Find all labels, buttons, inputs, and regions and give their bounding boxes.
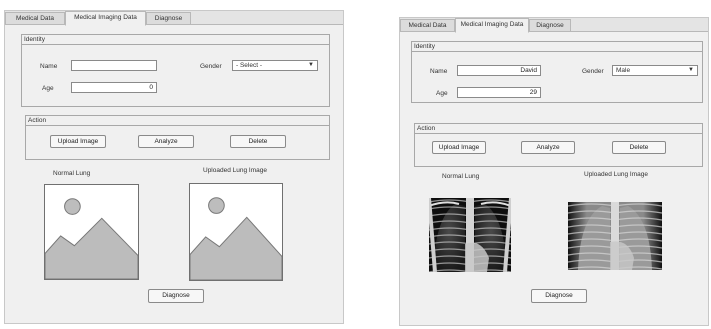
tab-medical-imaging-data[interactable]: Medical Imaging Data xyxy=(65,11,146,26)
identity-group-title: Identity xyxy=(412,42,702,52)
upload-image-button[interactable]: Upload Image xyxy=(50,135,106,148)
upload-image-button[interactable]: Upload Image xyxy=(432,141,486,154)
diagnose-button[interactable]: Diagnose xyxy=(531,289,587,303)
action-group: Action Upload Image Analyze Delete xyxy=(25,115,330,160)
gender-select[interactable]: Male ▼ xyxy=(612,65,698,76)
image-placeholder-icon xyxy=(190,197,282,280)
tab-medical-data[interactable]: Medical Data xyxy=(5,12,65,25)
name-field[interactable]: David xyxy=(457,65,541,76)
uploaded-lung-image-placeholder xyxy=(189,183,283,281)
analyze-button[interactable]: Analyze xyxy=(138,135,194,148)
analyze-button[interactable]: Analyze xyxy=(521,141,575,154)
tab-diagnose[interactable]: Diagnose xyxy=(146,12,191,25)
app-window-after: Medical Data Medical Imaging Data Diagno… xyxy=(399,17,709,326)
identity-group: Identity Name David Age 29 Gender Male ▼ xyxy=(411,41,703,103)
age-field[interactable]: 29 xyxy=(457,87,541,98)
chevron-down-icon: ▼ xyxy=(688,67,694,73)
gender-label: Gender xyxy=(200,63,222,70)
chevron-down-icon: ▼ xyxy=(308,62,314,68)
action-group-title: Action xyxy=(26,116,329,126)
name-label: Name xyxy=(40,63,58,70)
delete-button[interactable]: Delete xyxy=(230,135,286,148)
uploaded-lung-xray-image xyxy=(568,202,662,270)
age-label: Age xyxy=(436,90,448,97)
app-window-before: Medical Data Medical Imaging Data Diagno… xyxy=(4,10,344,324)
tab-bar: Medical Data Medical Imaging Data Diagno… xyxy=(5,11,343,26)
action-group: Action Upload Image Analyze Delete xyxy=(414,123,703,167)
diagnose-button[interactable]: Diagnose xyxy=(148,289,204,303)
delete-button[interactable]: Delete xyxy=(612,141,666,154)
gender-select-value: Male xyxy=(616,67,631,74)
uploaded-lung-image-label: Uploaded Lung Image xyxy=(203,167,267,174)
normal-lung-image-placeholder xyxy=(44,184,139,280)
normal-lung-label: Normal Lung xyxy=(442,173,480,180)
tab-medical-imaging-data[interactable]: Medical Imaging Data xyxy=(455,18,529,33)
normal-lung-label: Normal Lung xyxy=(53,170,91,177)
name-label: Name xyxy=(430,68,448,75)
name-field[interactable] xyxy=(71,60,157,71)
normal-lung-xray-image xyxy=(429,198,511,272)
age-field[interactable]: 0 xyxy=(71,82,157,93)
gender-label: Gender xyxy=(582,68,604,75)
age-label: Age xyxy=(42,85,54,92)
identity-group: Identity Name Age 0 Gender - Select - ▼ xyxy=(21,34,330,107)
identity-group-title: Identity xyxy=(22,35,329,45)
tab-bar: Medical Data Medical Imaging Data Diagno… xyxy=(400,18,708,33)
gender-select-value: - Select - xyxy=(236,62,263,69)
action-group-title: Action xyxy=(415,124,702,134)
image-placeholder-icon xyxy=(45,198,138,279)
tab-medical-data[interactable]: Medical Data xyxy=(400,19,455,32)
uploaded-lung-image-label: Uploaded Lung Image xyxy=(584,171,648,178)
gender-select[interactable]: - Select - ▼ xyxy=(232,60,318,71)
tab-diagnose[interactable]: Diagnose xyxy=(529,19,571,32)
